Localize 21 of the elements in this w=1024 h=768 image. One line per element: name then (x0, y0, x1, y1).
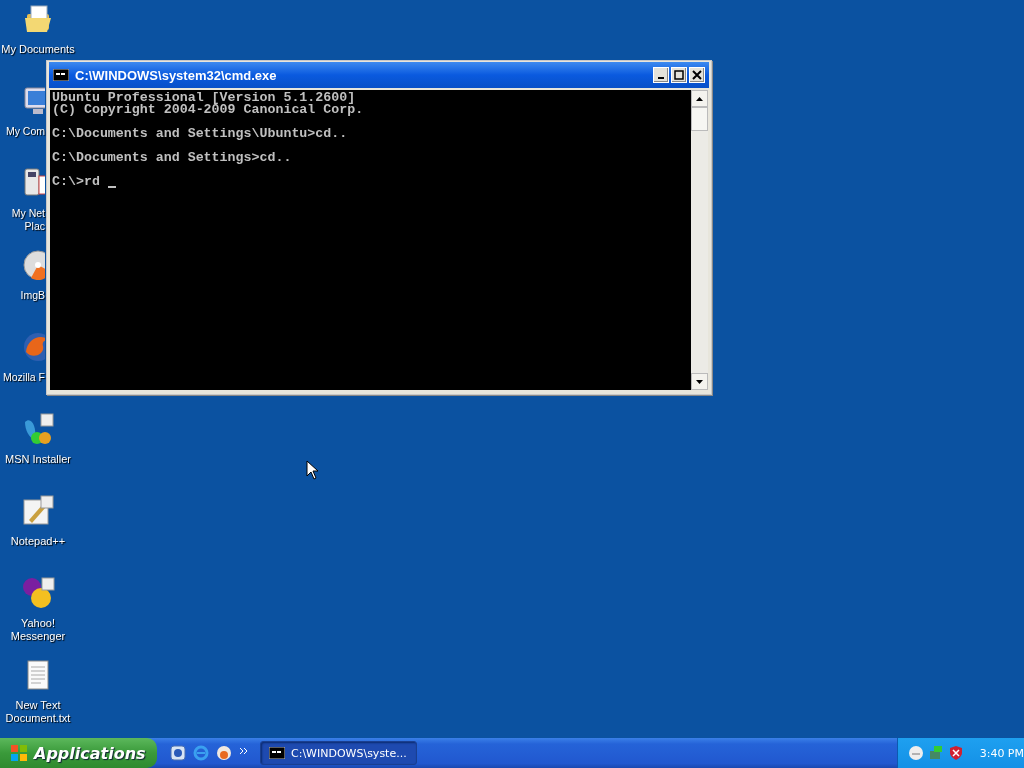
console-line: C:\Documents and Settings\Ubuntu>cd.. (52, 128, 348, 140)
icon-label: My Com (4, 125, 45, 138)
clock: 3:40 PM (979, 746, 1024, 760)
icon-label: Document.txt (4, 712, 72, 725)
start-button[interactable]: Applications (0, 738, 157, 768)
icon-label: Mozilla F (2, 371, 45, 384)
icon-label: ImgB (19, 289, 45, 302)
console-line: C:\>rd (52, 176, 100, 188)
taskbar-button[interactable]: C:\WINDOWS\syste... (260, 741, 417, 765)
icon-label: Plac (23, 220, 45, 233)
icon-label: Notepad++ (9, 535, 67, 548)
window-title: C:\WINDOWS\system32\cmd.exe (75, 67, 278, 83)
console-line: Ubuntu Professional [Version 5.1.2600] (52, 92, 356, 104)
icon-label: Messenger (9, 630, 67, 643)
icon-label: My Net (10, 207, 45, 220)
icon-label: New Text (14, 699, 62, 712)
icon-label: MSN Installer (4, 453, 72, 466)
console-line: (C) Copyright 2004-2009 Canonical Corp. (52, 104, 364, 116)
icon-label: My Documents (0, 43, 76, 56)
console-line: C:\Documents and Settings>cd.. (52, 152, 292, 164)
icon-label: Yahoo! (19, 617, 57, 630)
